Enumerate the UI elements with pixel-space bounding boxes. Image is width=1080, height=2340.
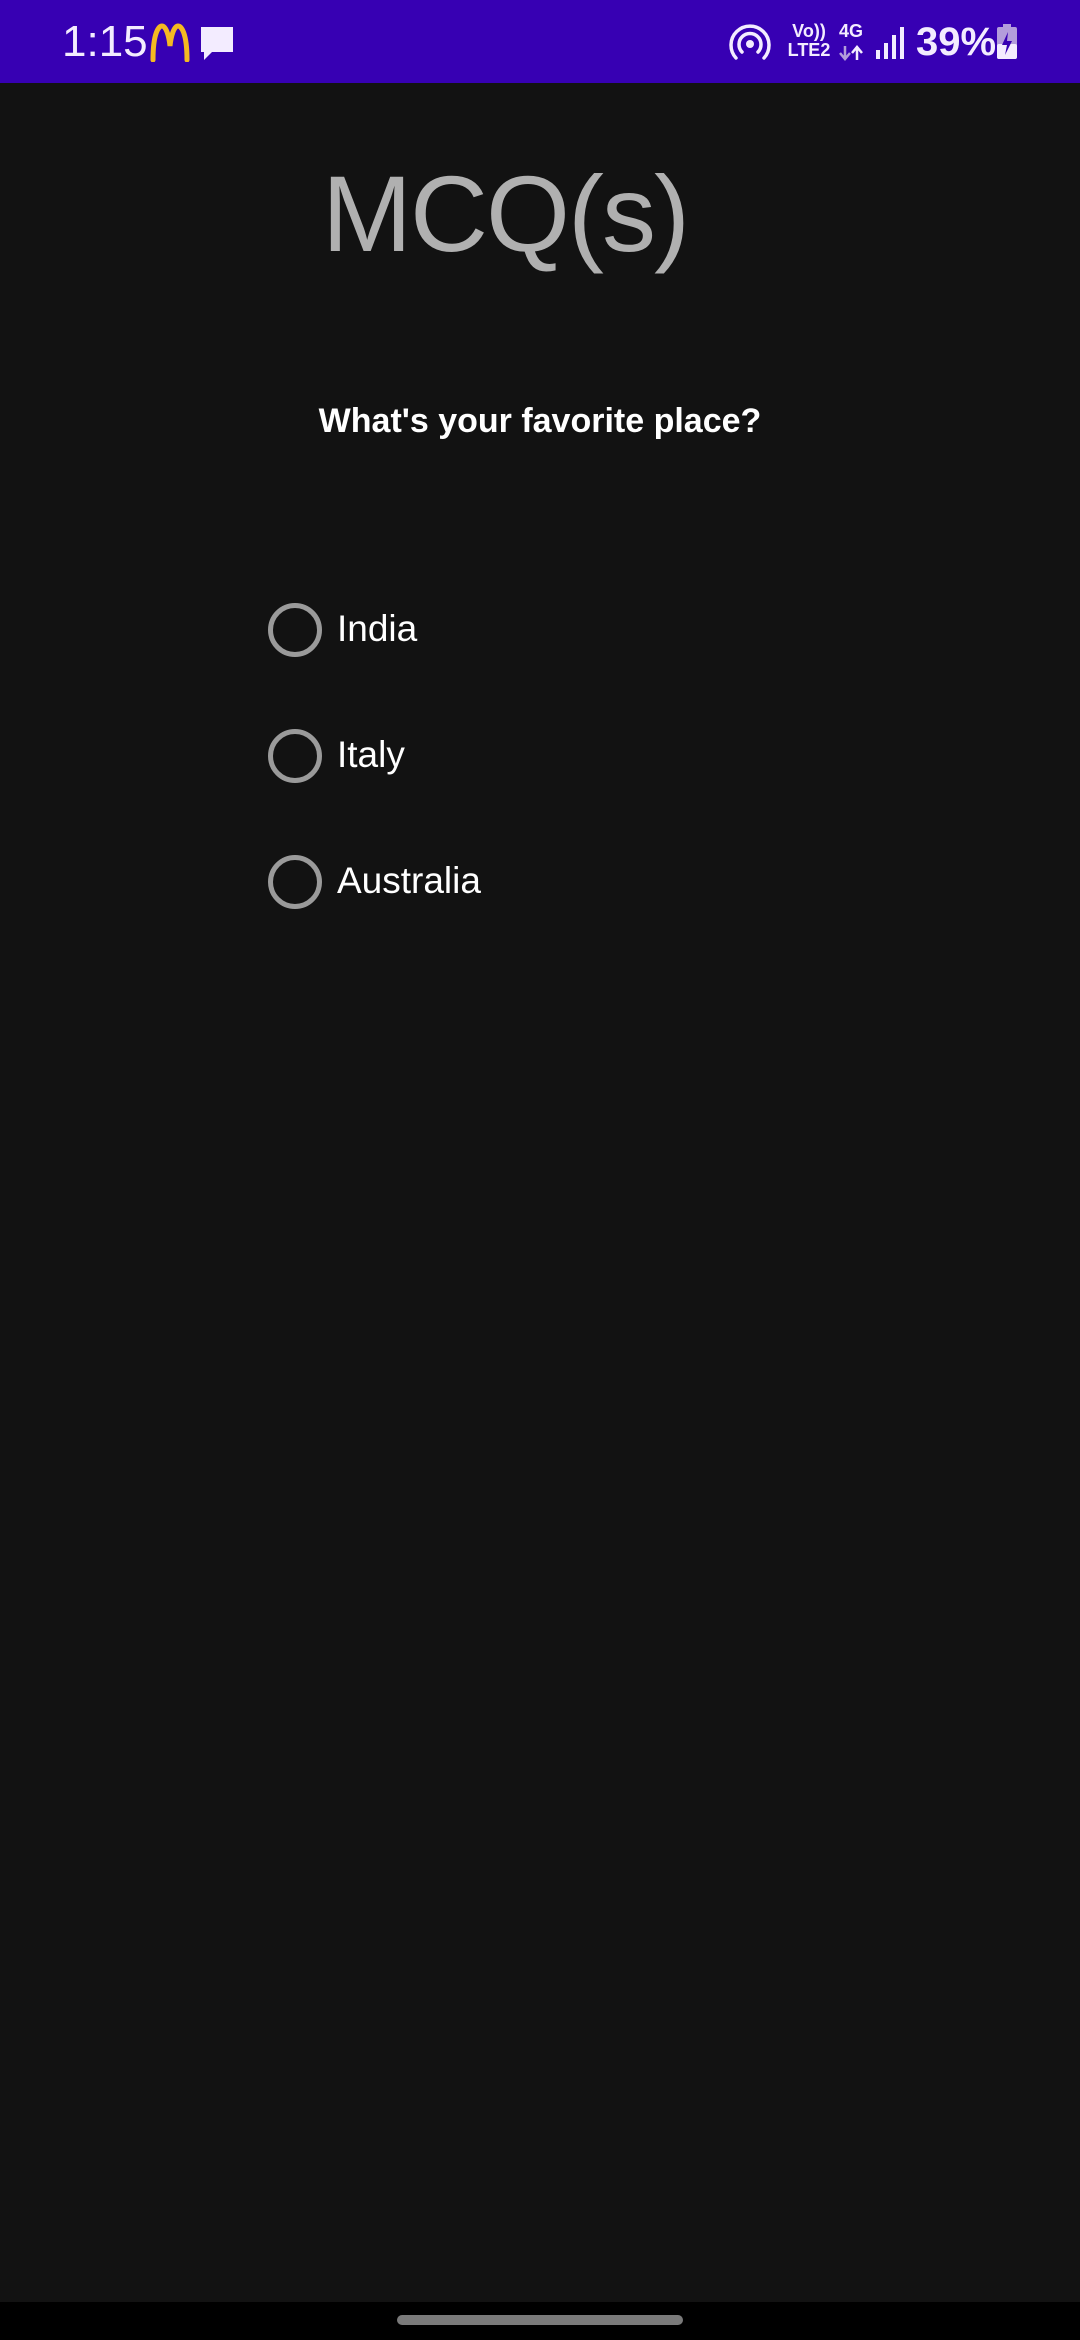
network-type: 4G <box>838 21 863 41</box>
hotspot-icon <box>729 24 771 60</box>
battery-percent: 39% <box>916 20 997 64</box>
mcdonalds-icon <box>150 23 190 62</box>
radio-option-italy[interactable]: Italy <box>266 726 666 786</box>
battery-charging-icon <box>997 24 1017 59</box>
volte-line2: LTE2 <box>787 40 831 60</box>
radio-option-label[interactable]: Australia <box>337 852 481 910</box>
chat-icon <box>201 27 233 60</box>
volte-line1: Vo)) <box>792 21 826 41</box>
radio-button-icon[interactable] <box>268 855 322 909</box>
status-bar: 1:15 Vo)) LTE2 4G 39% <box>0 0 1080 83</box>
navigation-bar <box>0 2302 1080 2340</box>
radio-option-label[interactable]: India <box>337 600 417 658</box>
question-text: What's your favorite place? <box>318 402 762 440</box>
home-gesture-handle[interactable] <box>397 2315 683 2325</box>
radio-button-icon[interactable] <box>268 603 322 657</box>
radio-option-australia[interactable]: Australia <box>266 852 666 912</box>
page-title: MCQ(s) <box>322 153 690 274</box>
status-time: 1:15 <box>62 17 148 66</box>
signal-icon <box>876 27 904 59</box>
volte-indicator: Vo)) LTE2 <box>784 22 834 60</box>
data-activity-icon <box>839 45 863 61</box>
radio-button-icon[interactable] <box>268 729 322 783</box>
radio-option-india[interactable]: India <box>266 600 666 660</box>
radio-option-label[interactable]: Italy <box>337 726 405 784</box>
